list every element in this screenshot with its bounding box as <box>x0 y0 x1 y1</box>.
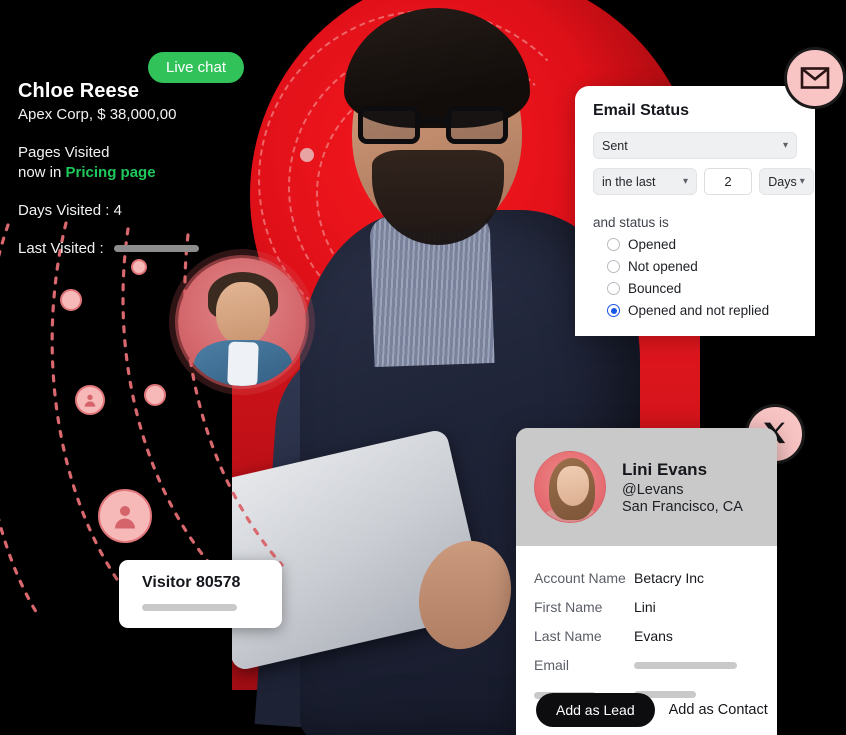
email-status-select[interactable]: Sent ▾ <box>593 132 797 159</box>
email-status-title: Email Status <box>593 102 690 119</box>
visitor-placeholder-bar <box>142 604 237 611</box>
last-visited-row: Last Visited : <box>18 240 268 257</box>
visitor-name: Chloe Reese <box>18 80 140 102</box>
lead-handle: @Levans <box>622 481 684 498</box>
radar-node-avatar[interactable] <box>75 385 105 415</box>
timeframe-select-value: in the last <box>602 174 656 189</box>
current-page-link[interactable]: Pricing page <box>66 164 156 181</box>
radio-indicator-selected <box>607 304 620 317</box>
hero-illustration: Chloe Reese Apex Corp, $ 38,000,00 Pages… <box>0 0 846 735</box>
chevron-down-icon: ▾ <box>782 140 788 151</box>
email-status-select-value: Sent <box>602 138 628 153</box>
chevron-down-icon: ▾ <box>799 176 805 187</box>
days-visited-value: Days Visited : 4 <box>18 202 122 219</box>
add-as-lead-button[interactable]: Add as Lead <box>536 693 655 727</box>
last-visited-placeholder-bar <box>113 245 199 252</box>
lead-field-key: First Name <box>534 599 603 615</box>
radar-node-dot <box>300 148 314 162</box>
radio-option-not-opened[interactable]: Not opened <box>607 259 797 274</box>
now-in-prefix: now in <box>18 164 66 181</box>
lead-field-key: Account Name <box>534 570 626 586</box>
radar-node-small[interactable] <box>60 289 82 311</box>
lead-name: Lini Evans <box>622 459 708 479</box>
radio-label: Bounced <box>628 281 682 296</box>
pages-visited-label: Pages Visited <box>18 144 110 161</box>
last-visited-label: Last Visited : <box>18 240 104 257</box>
radio-indicator <box>607 260 620 273</box>
lead-location: San Francisco, CA <box>622 498 743 515</box>
visitor-id-card: Visitor 80578 <box>119 560 282 628</box>
lead-field-key: Last Name <box>534 628 602 644</box>
timeframe-unit-value: Days <box>768 174 797 189</box>
visitor-id-title: Visitor 80578 <box>142 574 241 591</box>
lead-field-key: Email <box>534 657 570 673</box>
lead-field-value: Betacry Inc <box>634 570 705 586</box>
lead-field-row: First Name Lini <box>534 597 777 617</box>
radio-label: Opened <box>628 237 677 252</box>
radio-indicator <box>607 238 620 251</box>
mail-badge[interactable] <box>784 47 846 109</box>
radio-option-opened[interactable]: Opened <box>607 237 797 252</box>
radio-label: Not opened <box>628 259 698 274</box>
radar-node-small[interactable] <box>144 384 166 406</box>
lead-field-row-email: Email <box>534 655 777 675</box>
lead-email-placeholder-bar <box>634 661 737 669</box>
timeframe-unit-select[interactable]: Days ▾ <box>759 168 814 195</box>
lead-field-row: Last Name Evans <box>534 626 777 646</box>
timeframe-select[interactable]: in the last ▾ <box>593 168 697 195</box>
radar-node-avatar-large[interactable] <box>98 489 152 543</box>
visitor-info-panel: Chloe Reese Apex Corp, $ 38,000,00 Pages… <box>18 80 268 257</box>
status-radio-group: Opened Not opened Bounced Opened and not… <box>593 237 797 318</box>
lead-field-row: Account Name Betacry Inc <box>534 568 777 588</box>
lead-identity: Lini Evans @Levans San Francisco, CA <box>622 460 743 515</box>
radar-node-tiny[interactable] <box>131 259 147 275</box>
chevron-down-icon: ▾ <box>682 176 688 187</box>
person-icon <box>84 394 96 407</box>
lead-avatar <box>534 451 606 523</box>
timeframe-row: in the last ▾ 2 Days ▾ <box>593 168 814 195</box>
radio-option-opened-not-replied[interactable]: Opened and not replied <box>607 303 797 318</box>
live-chat-badge[interactable]: Live chat <box>148 52 245 83</box>
lead-card-header: Lini Evans @Levans San Francisco, CA <box>516 428 777 546</box>
visitor-avatar[interactable] <box>178 258 306 386</box>
lead-field-value: Lini <box>634 599 656 615</box>
radio-indicator <box>607 282 620 295</box>
lead-field-value: Evans <box>634 628 673 644</box>
radio-option-bounced[interactable]: Bounced <box>607 281 797 296</box>
add-as-contact-button[interactable]: Add as Contact <box>669 702 768 718</box>
timeframe-amount-input[interactable]: 2 <box>704 168 752 195</box>
mail-icon <box>800 67 830 89</box>
person-icon <box>115 506 135 529</box>
lead-fields: Account Name Betacry Inc First Name Lini… <box>516 546 777 704</box>
glasses-icon <box>354 106 524 146</box>
lead-card-actions: Add as Lead Add as Contact <box>516 693 777 735</box>
radio-label: Opened and not replied <box>628 303 770 318</box>
current-page-row: now in Pricing page <box>18 164 268 181</box>
visitor-company-value: Apex Corp, $ 38,000,00 <box>18 106 177 123</box>
and-status-is-label: and status is <box>593 215 669 230</box>
lead-detail-card: Lini Evans @Levans San Francisco, CA Acc… <box>516 428 777 735</box>
email-status-panel: Email Status Sent ▾ in the last ▾ 2 Days… <box>575 86 815 336</box>
